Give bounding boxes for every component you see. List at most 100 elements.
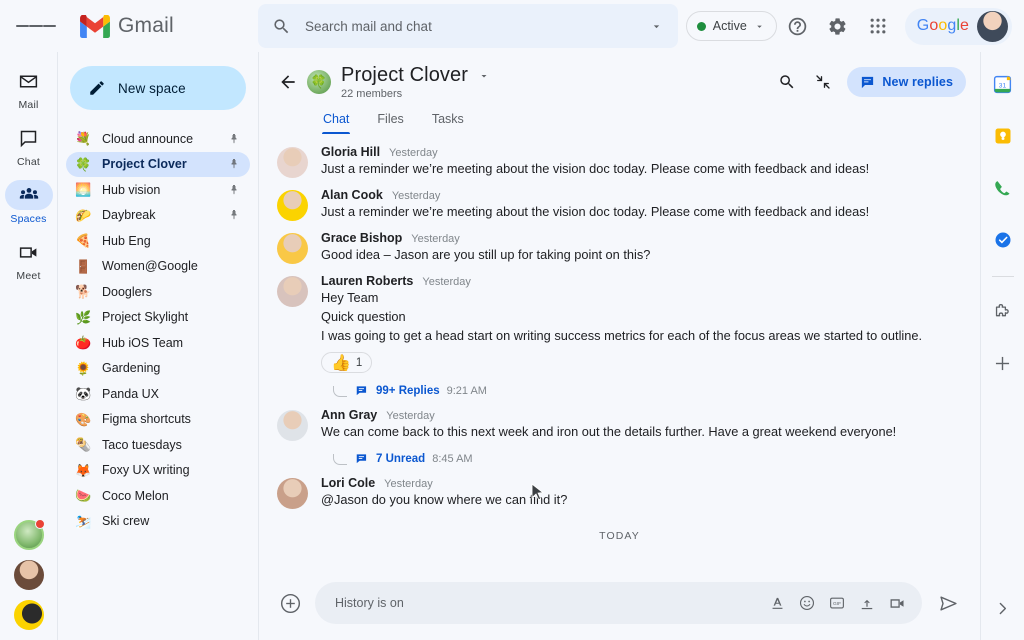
space-item[interactable]: ⛷️Ski crew [66,509,250,535]
notification-badge [35,519,45,529]
spaces-rows: 💐Cloud announce🍀Project Clover🌅Hub visio… [58,126,258,534]
gmail-brand[interactable]: Gmail [80,14,252,38]
video-meeting-icon[interactable] [882,588,912,618]
chevron-down-icon[interactable] [642,12,670,40]
space-item[interactable]: 💐Cloud announce [66,126,250,152]
rail-item-chat[interactable]: Chat [1,123,57,168]
space-emoji-icon: 🌯 [75,438,91,451]
avatar[interactable] [277,147,308,178]
space-item[interactable]: 🌿Project Skylight [66,305,250,331]
search-input[interactable] [305,19,642,34]
message-item[interactable]: Grace BishopYesterdayGood idea – Jason a… [273,226,966,269]
space-item[interactable]: 🍉Coco Melon [66,483,250,509]
space-item[interactable]: 🌮Daybreak [66,203,250,229]
addons-puzzle-icon[interactable] [985,293,1021,329]
google-account-chip[interactable]: Google [905,8,1012,45]
tab-tasks[interactable]: Tasks [418,106,478,134]
new-replies-label: New replies [882,75,953,89]
account-avatar[interactable] [977,11,1008,42]
space-item[interactable]: 🌻Gardening [66,356,250,382]
new-replies-button[interactable]: New replies [847,67,966,97]
format-text-icon[interactable] [762,588,792,618]
thread-summary[interactable]: 99+ Replies9:21 AM [333,384,962,398]
reaction-count: 1 [356,357,362,369]
gear-icon[interactable] [819,7,857,45]
message-item[interactable]: Ann GrayYesterdayWe can come back to thi… [273,403,966,471]
search-bar[interactable] [258,4,678,48]
upload-file-icon[interactable] [852,588,882,618]
space-item[interactable]: 🍀Project Clover [66,152,250,178]
message-item[interactable]: Lauren RobertsYesterdayHey TeamQuick que… [273,269,966,403]
avatar-contact-3[interactable] [14,600,44,630]
message-meta: Alan CookYesterday [321,188,962,202]
help-icon[interactable] [779,7,817,45]
gif-icon[interactable]: GIF [822,588,852,618]
collapse-arrows-icon[interactable] [807,66,839,98]
message-item[interactable]: Lori ColeYesterday@Jason do you know whe… [273,471,966,514]
pin-icon[interactable] [228,184,240,196]
tab-files[interactable]: Files [363,106,417,134]
thread-summary[interactable]: 7 Unread8:45 AM [333,452,962,466]
calendar-icon[interactable]: 31 [985,66,1021,102]
space-item[interactable]: 🐕Dooglers [66,279,250,305]
message-composer[interactable]: History is on GIF [315,582,922,624]
contacts-icon[interactable] [985,170,1021,206]
chat-header-top: 🍀 Project Clover 22 members [273,64,966,100]
message-item[interactable]: Gloria HillYesterdayJust a reminder we’r… [273,140,966,183]
space-item[interactable]: 🍅Hub iOS Team [66,330,250,356]
avatar[interactable] [277,233,308,264]
avatar[interactable] [277,478,308,509]
message-author: Alan Cook [321,188,383,202]
avatar[interactable] [277,276,308,307]
message-timestamp: Yesterday [411,233,460,245]
message-text: @Jason do you know where we can find it? [321,490,962,509]
tasks-icon[interactable] [985,222,1021,258]
emoji-icon[interactable] [792,588,822,618]
space-avatar: 🍀 [307,70,331,94]
chevron-down-icon[interactable] [478,70,490,82]
space-item-label: Taco tuesdays [102,438,217,452]
new-space-button[interactable]: New space [70,66,246,110]
add-icon[interactable] [985,345,1021,381]
pin-icon[interactable] [228,158,240,170]
svg-text:31: 31 [999,82,1007,89]
avatar-contact-2[interactable] [14,560,44,590]
apps-grid-icon[interactable] [859,7,897,45]
status-dot-icon [697,22,706,31]
message-body: Gloria HillYesterdayJust a reminder we’r… [321,145,962,178]
chat-tabs: ChatFilesTasks [309,106,966,134]
message-text: I was going to get a head start on writi… [321,326,962,345]
rail-item-spaces[interactable]: Spaces [1,180,57,225]
message-item[interactable]: Alan CookYesterdayJust a reminder we’re … [273,183,966,226]
space-item[interactable]: 🌅Hub vision [66,177,250,203]
pin-icon[interactable] [228,133,240,145]
chevron-right-icon[interactable] [987,592,1019,624]
space-item[interactable]: 🎨Figma shortcuts [66,407,250,433]
tab-chat[interactable]: Chat [309,106,363,134]
chat-main-panel: 🍀 Project Clover 22 members [258,52,980,640]
avatar[interactable] [277,410,308,441]
status-badge[interactable]: Active [686,11,777,41]
space-item[interactable]: 🦊Foxy UX writing [66,458,250,484]
avatar-project-clover[interactable] [14,520,44,550]
avatar[interactable] [277,190,308,221]
plus-circle-icon[interactable] [273,586,307,620]
keep-icon[interactable] [985,118,1021,154]
rail-label-spaces: Spaces [10,213,46,225]
video-camera-icon [5,237,53,267]
rail-item-meet[interactable]: Meet [1,237,57,282]
rail-item-mail[interactable]: Mail [1,66,57,111]
send-icon[interactable] [930,585,966,621]
chat-title-row: Project Clover [341,64,771,87]
space-item[interactable]: 🌯 Taco tuesdays [66,432,250,458]
space-item[interactable]: 🍕Hub Eng [66,228,250,254]
hamburger-icon[interactable] [16,6,56,46]
search-icon[interactable] [771,66,803,98]
space-item[interactable]: 🐼Panda UX [66,381,250,407]
back-arrow-icon[interactable] [273,67,303,97]
reaction-chip[interactable]: 👍1 [321,352,372,373]
message-body: Alan CookYesterdayJust a reminder we’re … [321,188,962,221]
space-item[interactable]: 🚪Women@Google [66,254,250,280]
member-count: 22 members [341,88,771,100]
pin-icon[interactable] [228,209,240,221]
